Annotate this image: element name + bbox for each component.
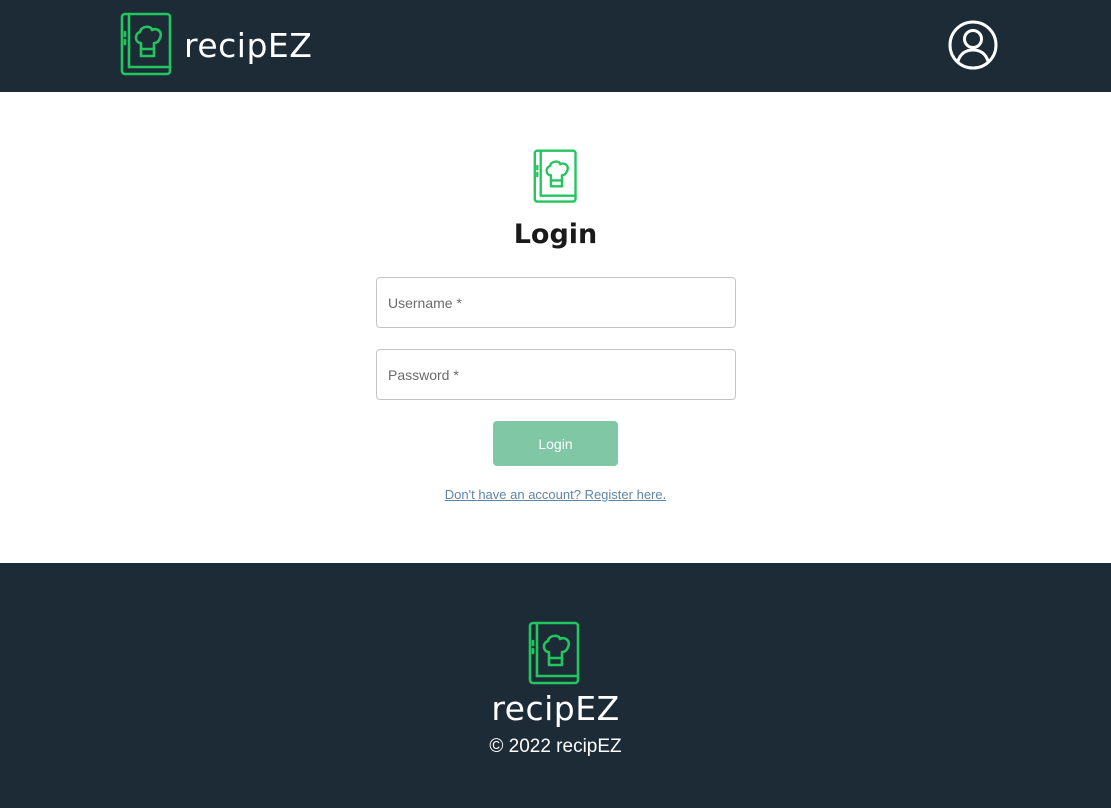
username-input[interactable] bbox=[377, 278, 735, 327]
footer-logo bbox=[528, 621, 582, 691]
copyright-text: © 2022 recipEZ bbox=[489, 736, 622, 757]
brand-name: recipEZ bbox=[184, 25, 313, 65]
login-logo bbox=[533, 149, 579, 209]
chef-hat-book-icon bbox=[528, 621, 580, 685]
password-input[interactable] bbox=[377, 350, 735, 399]
user-circle-icon bbox=[948, 20, 998, 70]
footer-brand-name: recipEZ bbox=[491, 689, 620, 728]
top-navbar: recipEZ bbox=[0, 0, 1111, 92]
chef-hat-book-icon bbox=[533, 149, 577, 203]
brand-home-link[interactable]: recipEZ bbox=[120, 12, 312, 78]
chef-hat-book-icon bbox=[120, 12, 172, 76]
login-section: Login Login Don't have an account? Regis… bbox=[0, 92, 1111, 563]
register-link[interactable]: Don't have an account? Register here. bbox=[0, 487, 1111, 502]
username-field[interactable] bbox=[376, 277, 736, 328]
password-field[interactable] bbox=[376, 349, 736, 400]
profile-button[interactable] bbox=[948, 20, 998, 70]
page-title: Login bbox=[513, 219, 598, 250]
footer: recipEZ © 2022 recipEZ bbox=[0, 563, 1111, 808]
login-button[interactable]: Login bbox=[493, 421, 618, 466]
